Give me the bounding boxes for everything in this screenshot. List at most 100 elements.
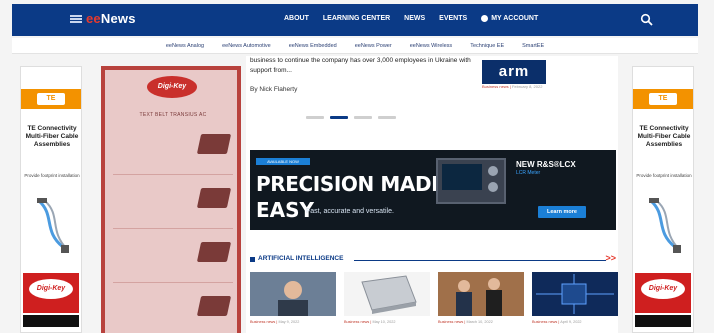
product-item[interactable]: [113, 180, 233, 228]
subnav-technique-ee[interactable]: Technique EE: [470, 43, 504, 49]
left-skyscraper-ad[interactable]: TE TE Connectivity Multi-Fiber Cable Ass…: [20, 66, 82, 333]
ad-subtitle: Provide footprint installation: [636, 173, 692, 178]
article-date: May 10, 2022: [372, 320, 396, 324]
subnav-smartee[interactable]: SmartEE: [522, 43, 544, 49]
side-story-date: February 8, 2022: [511, 84, 543, 89]
section-rule: [354, 260, 606, 261]
my-account-label: MY ACCOUNT: [491, 15, 539, 22]
article-category: Business news: [532, 320, 558, 324]
nav-events[interactable]: EVENTS: [439, 15, 467, 22]
digikey-band: Digi-Key: [635, 273, 691, 313]
digikey-product-sidebar: Digi-Key TEXT BELT TRANSIUS AC: [101, 66, 241, 333]
section-more-link[interactable]: >>: [605, 253, 616, 263]
ad-subtitle: Provide footprint installation: [24, 173, 80, 178]
learn-more-button[interactable]: Learn more: [538, 206, 586, 218]
carousel-dot[interactable]: [306, 116, 324, 119]
new-product-title: NEW R&S®LCX: [516, 160, 576, 169]
subnav-embedded[interactable]: eeNews Embedded: [289, 43, 337, 49]
portrait-image: [250, 272, 336, 316]
article-meta: Business news | March 10, 2022: [438, 320, 493, 324]
te-brand-band: TE: [21, 89, 81, 109]
article-meta: Business news | May 10, 2022: [344, 320, 396, 324]
article-thumbnail[interactable]: [532, 272, 618, 316]
product-item[interactable]: [113, 234, 233, 282]
sidebar-heading: TEXT BELT TRANSIUS AC: [139, 112, 207, 118]
carousel-dot[interactable]: [378, 116, 396, 119]
rohde-schwarz-banner-ad[interactable]: AVAILABLE NOW PRECISION MADE EASY Fast, …: [250, 150, 616, 230]
side-story-meta: Business news | February 8, 2022: [482, 84, 543, 89]
article-thumbnail[interactable]: [250, 272, 336, 316]
article-meta: Business news | May 9, 2022: [250, 320, 300, 324]
article-date: April 9, 2022: [560, 320, 582, 324]
article-category: Business news: [438, 320, 464, 324]
digikey-band: Digi-Key: [23, 273, 79, 313]
chip-image: [344, 272, 430, 316]
product-item[interactable]: [113, 288, 233, 333]
ad-footer-strip: [23, 315, 79, 327]
nav-about[interactable]: ABOUT: [284, 15, 309, 22]
ad-footer-strip: [635, 315, 691, 327]
instrument-knob: [488, 182, 498, 192]
instrument-knob: [488, 166, 498, 176]
article-date: May 9, 2022: [278, 320, 300, 324]
te-logo: TE: [649, 93, 677, 105]
section-marker-icon: [250, 257, 255, 262]
carousel-indicators: [306, 116, 396, 119]
carousel-dot-active[interactable]: [330, 116, 348, 119]
article-date: March 10, 2022: [466, 320, 493, 324]
carousel-dot[interactable]: [354, 116, 372, 119]
article-thumbnail[interactable]: [344, 272, 430, 316]
subnav-analog[interactable]: eeNews Analog: [166, 43, 204, 49]
main-content: business to continue the company has ove…: [246, 56, 618, 333]
digikey-logo: Digi-Key: [29, 279, 73, 299]
product-image: [196, 188, 232, 208]
digikey-logo[interactable]: Digi-Key: [147, 76, 197, 98]
banner-headline-1: PRECISION MADE: [256, 172, 445, 196]
banner-tagline: Fast, accurate and versatile.: [306, 208, 394, 215]
menu-icon[interactable]: [70, 14, 82, 23]
cable-image: [649, 198, 681, 253]
product-image: [196, 296, 232, 316]
product-item[interactable]: [113, 126, 233, 174]
subnav-automotive[interactable]: eeNews Automotive: [222, 43, 271, 49]
product-image: [196, 134, 232, 154]
divider: [113, 174, 233, 175]
people-image: [438, 272, 524, 316]
sub-navigation: eeNews Analog eeNews Automotive eeNews E…: [12, 38, 698, 54]
new-product-box: NEW R&S®LCX LCR Meter: [516, 160, 606, 176]
instrument-screen: [442, 164, 482, 190]
ad-title: TE Connectivity Multi-Fiber Cable Assemb…: [637, 125, 691, 148]
article-category: Business news: [250, 320, 276, 324]
te-logo: TE: [37, 93, 65, 105]
nav-learning-center[interactable]: LEARNING CENTER: [323, 15, 390, 22]
section-header: ARTIFICIAL INTELLIGENCE >>: [250, 253, 616, 266]
banner-tag: AVAILABLE NOW: [256, 158, 310, 165]
article-snippet[interactable]: business to continue the company has ove…: [250, 56, 482, 76]
product-image: [196, 242, 232, 262]
new-product-subtitle: LCR Meter: [516, 170, 541, 176]
ad-title: TE Connectivity Multi-Fiber Cable Assemb…: [25, 125, 79, 148]
divider: [113, 228, 233, 229]
article-author: By Nick Flaherty: [250, 86, 298, 93]
subnav-wireless[interactable]: eeNews Wireless: [410, 43, 452, 49]
search-icon[interactable]: [640, 13, 654, 27]
divider: [113, 282, 233, 283]
top-navigation-bar: eeNews ABOUT LEARNING CENTER NEWS EVENTS…: [12, 4, 698, 36]
my-account-link[interactable]: MY ACCOUNT: [481, 15, 538, 22]
side-story-thumbnail[interactable]: arm: [482, 60, 546, 84]
user-icon: [481, 15, 489, 22]
side-story-category: Business news: [482, 84, 509, 89]
right-skyscraper-ad[interactable]: TE TE Connectivity Multi-Fiber Cable Ass…: [632, 66, 694, 333]
nav-news[interactable]: NEWS: [404, 15, 425, 22]
page: eeNews ABOUT LEARNING CENTER NEWS EVENTS…: [0, 0, 714, 333]
digikey-logo: Digi-Key: [641, 279, 685, 299]
section-title[interactable]: ARTIFICIAL INTELLIGENCE: [258, 255, 343, 262]
article-category: Business news: [344, 320, 370, 324]
lcr-meter-image: [436, 158, 506, 204]
site-logo[interactable]: eeNews: [70, 11, 136, 26]
logo-text[interactable]: eeNews: [86, 11, 136, 26]
article-thumbnail[interactable]: [438, 272, 524, 316]
article-thumbnails: Business news | May 9, 2022 Business new…: [250, 272, 618, 330]
main-nav: ABOUT LEARNING CENTER NEWS EVENTS MY ACC…: [284, 15, 552, 22]
subnav-power[interactable]: eeNews Power: [355, 43, 392, 49]
